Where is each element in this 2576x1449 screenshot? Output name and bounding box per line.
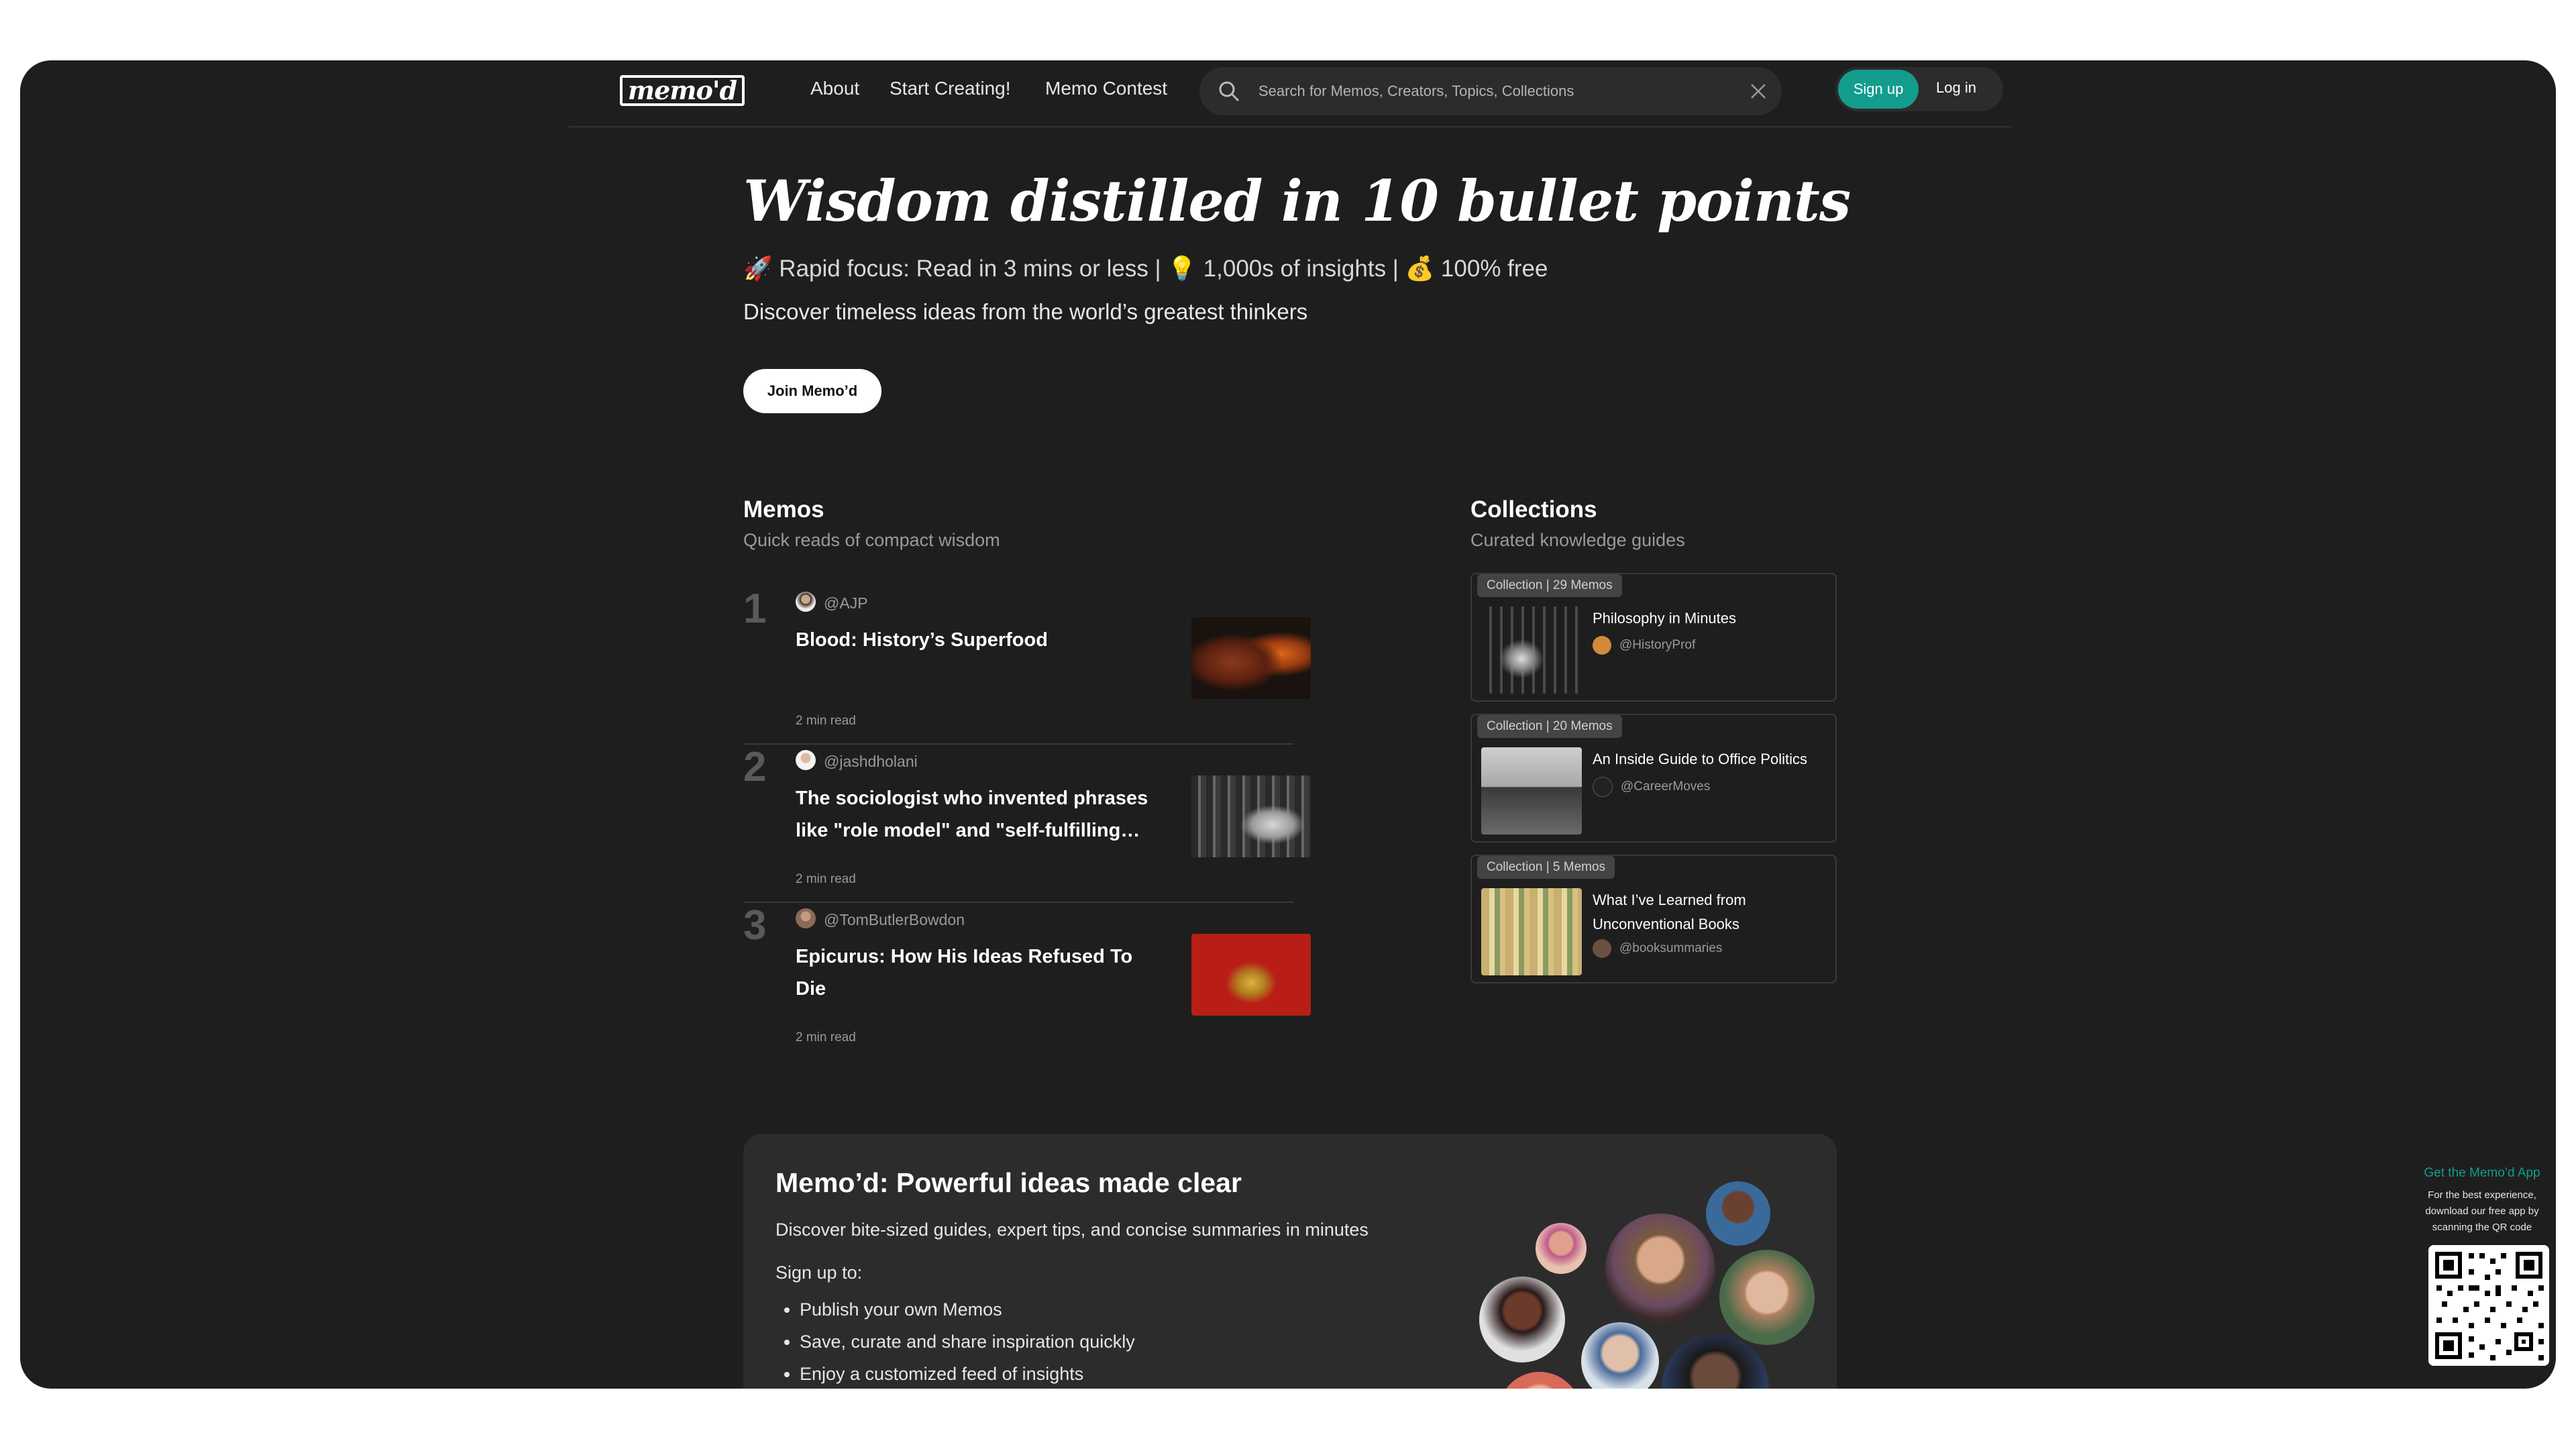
hero-subtitle: 🚀 Rapid focus: Read in 3 mins or less | … [743,256,1548,282]
get-app-title[interactable]: Get the Memo’d App [2408,1166,2556,1181]
nav-about[interactable]: About [810,78,859,99]
read-time: 2 min read [796,872,856,886]
collection-title[interactable]: Philosophy in Minutes [1593,606,1827,631]
hero-tagline: Discover timeless ideas from the world’s… [743,299,1308,324]
read-time: 2 min read [796,1030,856,1044]
collection-thumbnail [1481,888,1582,975]
memo-thumbnail[interactable] [1191,934,1311,1016]
search-input[interactable]: Search for Memos, Creators, Topics, Coll… [1258,83,1574,100]
memo-item[interactable]: 1 @AJP Blood: History’s Superfood 2 min … [743,586,1311,745]
creator-avatar [1534,1221,1589,1276]
collections-subtitle: Curated knowledge guides [1470,530,1685,550]
memo-title[interactable]: Blood: History’s Superfood [796,624,1151,656]
benefit-item: Publish your own Memos [800,1293,1135,1326]
memo-rank: 3 [743,902,767,949]
collection-author[interactable]: @booksummaries [1593,939,1722,958]
signup-button[interactable]: Sign up [1838,70,1919,109]
memo-rank: 2 [743,744,767,790]
collection-thumbnail [1481,747,1582,835]
collection-badge: Collection | 20 Memos [1477,715,1622,738]
nav-start-creating[interactable]: Start Creating! [890,78,1011,99]
collection-card[interactable]: Collection | 29 Memos Philosophy in Minu… [1470,573,1837,702]
join-memod-button[interactable]: Join Memo’d [743,369,881,413]
collection-card[interactable]: Collection | 5 Memos What I’ve Learned f… [1470,855,1837,983]
login-button[interactable]: Log in [1936,79,1976,97]
promo-title: Memo’d: Powerful ideas made clear [775,1167,1242,1198]
memo-author[interactable]: @AJP [796,594,868,612]
page-frame: memo'd About Start Creating! Memo Contes… [20,60,2556,1389]
clear-search-icon[interactable] [1750,83,1767,100]
memos-subtitle: Quick reads of compact wisdom [743,530,1000,550]
memos-title: Memos [743,496,824,523]
search-bar[interactable]: Search for Memos, Creators, Topics, Coll… [1199,67,1782,115]
promo-benefits-list: Publish your own Memos Save, curate and … [775,1293,1135,1389]
collection-badge: Collection | 29 Memos [1477,574,1622,597]
memo-item[interactable]: 2 @jashdholani The sociologist who inven… [743,744,1311,903]
search-icon [1219,81,1240,102]
memo-title[interactable]: The sociologist who invented phrases lik… [796,782,1151,847]
memo-rank: 1 [743,586,767,632]
collection-thumbnail [1481,606,1582,694]
memo-thumbnail[interactable] [1191,775,1311,857]
collection-title[interactable]: What I’ve Learned from Unconventional Bo… [1593,888,1827,936]
creator-avatar [1717,1248,1817,1347]
hero-title: Wisdom distilled in 10 bullet points [743,168,1851,234]
creator-avatar [1704,1179,1772,1248]
collections-title: Collections [1470,496,1597,523]
collection-card[interactable]: Collection | 20 Memos An Inside Guide to… [1470,714,1837,843]
nav-memo-contest[interactable]: Memo Contest [1045,78,1167,99]
memo-author[interactable]: @TomButlerBowdon [796,911,965,929]
benefit-item: Save, curate and share inspiration quick… [800,1326,1135,1358]
memod-logo[interactable]: memo'd [620,75,745,106]
collection-title[interactable]: An Inside Guide to Office Politics [1593,747,1827,771]
memo-title[interactable]: Epicurus: How His Ideas Refused To Die [796,941,1151,1005]
creator-avatar [1496,1370,1583,1389]
creator-avatar [1579,1320,1661,1389]
memo-item[interactable]: 3 @TomButlerBowdon Epicurus: How His Ide… [743,902,1311,1060]
collection-author[interactable]: @HistoryProf [1593,636,1695,655]
benefit-item: Enjoy a customized feed of insights [800,1358,1135,1389]
auth-group: Sign up Log in [1835,67,2003,111]
memo-thumbnail[interactable] [1191,617,1311,699]
promo-subtitle: Discover bite-sized guides, expert tips,… [775,1220,1368,1240]
collection-author[interactable]: @CareerMoves [1593,777,1710,797]
memo-author[interactable]: @jashdholani [796,753,918,771]
get-app-description: For the best experience, download our fr… [2425,1189,2539,1233]
top-navbar: memo'd About Start Creating! Memo Contes… [569,60,2011,127]
read-time: 2 min read [796,714,856,728]
creator-avatar [1603,1212,1717,1326]
creator-avatar [1477,1275,1567,1364]
promo-banner: Memo’d: Powerful ideas made clear Discov… [743,1134,1837,1389]
promo-signup-label: Sign up to: [775,1263,863,1283]
qr-code[interactable] [2428,1245,2549,1366]
collection-badge: Collection | 5 Memos [1477,856,1615,879]
